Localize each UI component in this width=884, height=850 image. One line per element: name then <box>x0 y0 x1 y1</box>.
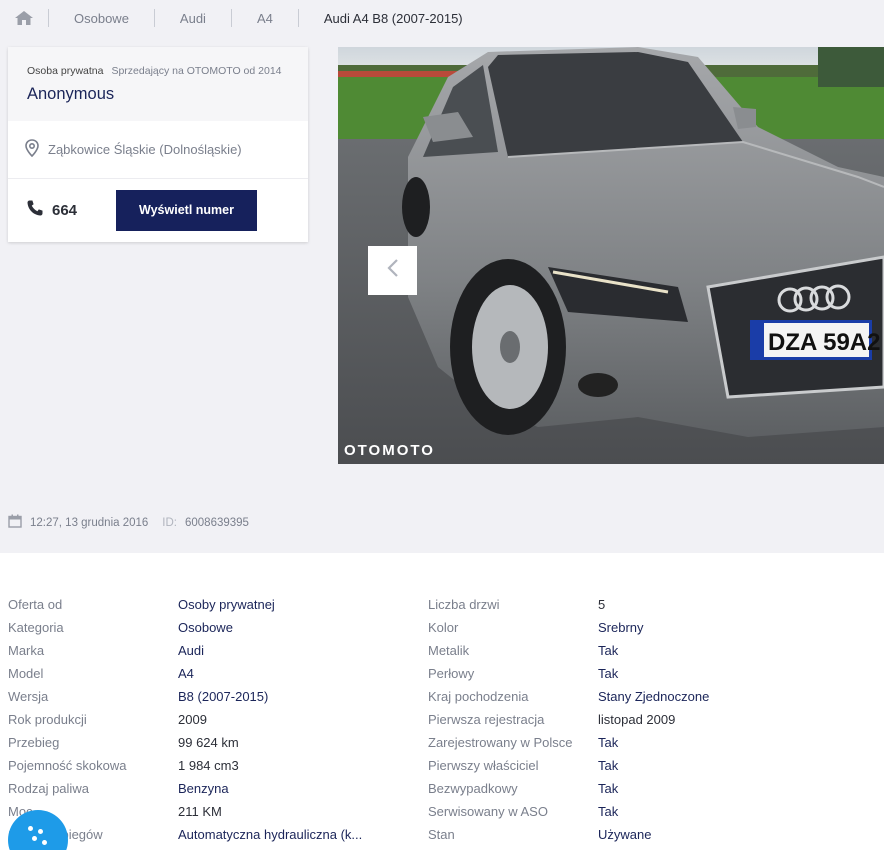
param-row: Rok produkcji 2009 <box>8 708 362 731</box>
seller-since: Sprzedający na OTOMOTO od 2014 <box>111 65 282 77</box>
param-row: Kategoria Osobowe <box>8 616 362 639</box>
param-row: Wersja B8 (2007-2015) <box>8 685 362 708</box>
phone-icon <box>26 199 44 222</box>
params-left: Oferta od Osoby prywatnej Kategoria Osobow… <box>8 593 362 846</box>
params-right: Liczba drzwi 5 Kolor Srebrny Metalik Tak Pe… <box>428 593 709 846</box>
param-label: Pierwszy właściciel <box>428 758 539 773</box>
param-value[interactable]: Automatyczna hydrauliczna (k... <box>178 827 362 842</box>
listing-meta: 12:27, 13 grudnia 2016 ID: 6008639395 <box>8 514 249 531</box>
param-value[interactable]: Stany Zjednoczone <box>598 689 709 704</box>
breadcrumb-item-audi[interactable]: Audi <box>155 11 231 26</box>
param-value: 1 984 cm3 <box>178 758 239 773</box>
param-row: Liczba drzwi 5 <box>428 593 709 616</box>
param-value[interactable]: B8 (2007-2015) <box>178 689 268 704</box>
gallery-watermark: OTOMOTO <box>344 442 435 459</box>
param-value: 2009 <box>178 712 207 727</box>
breadcrumb: Osobowe Audi A4 Audi A4 B8 (2007-2015) <box>0 0 884 36</box>
param-label: Kategoria <box>8 620 64 635</box>
param-label: Stan <box>428 827 455 842</box>
param-label: Serwisowany w ASO <box>428 804 548 819</box>
param-label: Pierwsza rejestracja <box>428 712 545 727</box>
param-value: 5 <box>598 597 606 612</box>
phone-number-partial: 664 <box>52 201 78 219</box>
param-row: Metalik Tak <box>428 639 709 662</box>
photo-gallery[interactable]: DZA 59A2 OTOMOTO <box>338 47 884 464</box>
listing-date: 12:27, 13 grudnia 2016 <box>30 516 149 529</box>
param-label: Perłowy <box>428 666 475 681</box>
param-value[interactable]: Benzyna <box>178 781 229 796</box>
param-label: Kolor <box>428 620 459 635</box>
gallery-prev-button[interactable] <box>368 246 417 295</box>
param-label: Marka <box>8 643 45 658</box>
seller-name: Anonymous <box>27 85 115 103</box>
param-value[interactable]: Tak <box>598 666 618 681</box>
param-value[interactable]: Tak <box>598 758 618 773</box>
param-value[interactable]: Używane <box>598 827 651 842</box>
param-row: Pierwsza rejestracja listopad 2009 <box>428 708 709 731</box>
location-text: Ząbkowice Śląskie (Dolnośląskie) <box>48 142 242 157</box>
listing-id-label: ID: <box>162 516 177 529</box>
param-label: Rodzaj paliwa <box>8 781 89 796</box>
listing-id: 6008639395 <box>185 516 249 529</box>
show-number-button[interactable]: Wyświetl numer <box>116 189 257 231</box>
license-plate-text: DZA 59A2 <box>768 329 880 356</box>
param-value: listopad 2009 <box>598 712 676 727</box>
param-value[interactable]: Srebrny <box>598 620 644 635</box>
param-label: Zarejestrowany w Polsce <box>428 735 573 750</box>
param-value[interactable]: Tak <box>598 804 618 819</box>
param-row: Rodzaj paliwa Benzyna <box>8 777 362 800</box>
param-label: Wersja <box>8 689 49 704</box>
param-label: Oferta od <box>8 597 63 612</box>
param-row: Marka Audi <box>8 639 362 662</box>
breadcrumb-item-osobowe[interactable]: Osobowe <box>49 11 154 26</box>
param-label: Kraj pochodzenia <box>428 689 529 704</box>
location-pin-icon <box>24 139 40 160</box>
seller-location[interactable]: Ząbkowice Śląskie (Dolnośląskie) <box>8 121 308 179</box>
param-row: Kraj pochodzenia Stany Zjednoczone <box>428 685 709 708</box>
param-row: Pojemność skokowa 1 984 cm3 <box>8 754 362 777</box>
chevron-left-icon <box>386 258 399 283</box>
param-row: Kolor Srebrny <box>428 616 709 639</box>
seller-header: Osoba prywatna Sprzedający na OTOMOTO od… <box>8 47 308 121</box>
param-label: Model <box>8 666 44 681</box>
seller-card: Osoba prywatna Sprzedający na OTOMOTO od… <box>8 47 308 242</box>
param-value[interactable]: Tak <box>598 781 618 796</box>
breadcrumb-item-a4[interactable]: A4 <box>232 11 298 26</box>
home-icon[interactable] <box>0 0 48 36</box>
breadcrumb-current: Audi A4 B8 (2007-2015) <box>323 10 463 26</box>
param-label: Bezwypadkowy <box>428 781 518 796</box>
param-label: Pojemność skokowa <box>8 758 127 773</box>
param-row: Zarejestrowany w Polsce Tak <box>428 731 709 754</box>
seller-phone-row: 664 Wyświetl numer <box>8 179 308 241</box>
param-value[interactable]: A4 <box>178 666 194 681</box>
param-label: Metalik <box>428 643 470 658</box>
car-photo: DZA 59A2 <box>338 47 884 464</box>
param-label: Rok produkcji <box>8 712 87 727</box>
param-value[interactable]: Audi <box>178 643 204 658</box>
param-label: Przebieg <box>8 735 60 750</box>
param-value[interactable]: Tak <box>598 735 618 750</box>
param-value[interactable]: Osoby prywatnej <box>178 597 275 612</box>
param-value[interactable]: Tak <box>598 643 618 658</box>
param-row: Bezwypadkowy Tak <box>428 777 709 800</box>
param-row: Serwisowany w ASO Tak <box>428 800 709 823</box>
param-row: Przebieg 99 624 km <box>8 731 362 754</box>
param-row: Stan Używane <box>428 823 709 846</box>
calendar-icon <box>8 514 22 531</box>
param-row: Pierwszy właściciel Tak <box>428 754 709 777</box>
param-value: 99 624 km <box>178 735 239 750</box>
param-value: 211 KM <box>178 804 222 819</box>
param-row: Oferta od Osoby prywatnej <box>8 593 362 616</box>
param-label: Liczba drzwi <box>428 597 500 612</box>
param-row: Model A4 <box>8 662 362 685</box>
param-row: Moc 211 KM <box>8 800 362 823</box>
param-value[interactable]: Osobowe <box>178 620 233 635</box>
seller-type: Osoba prywatna <box>27 65 104 77</box>
param-row: Perłowy Tak <box>428 662 709 685</box>
